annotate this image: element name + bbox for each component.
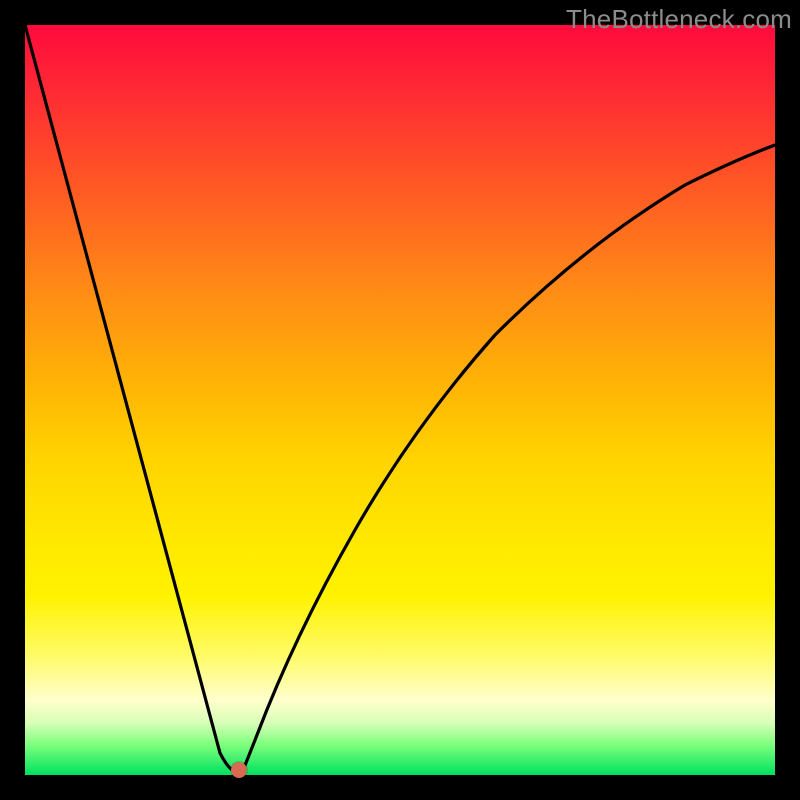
bottleneck-curve [25, 25, 775, 775]
watermark-text: TheBottleneck.com [566, 4, 792, 35]
min-marker [231, 762, 247, 778]
curve-path [25, 25, 775, 773]
chart-frame: TheBottleneck.com [0, 0, 800, 800]
